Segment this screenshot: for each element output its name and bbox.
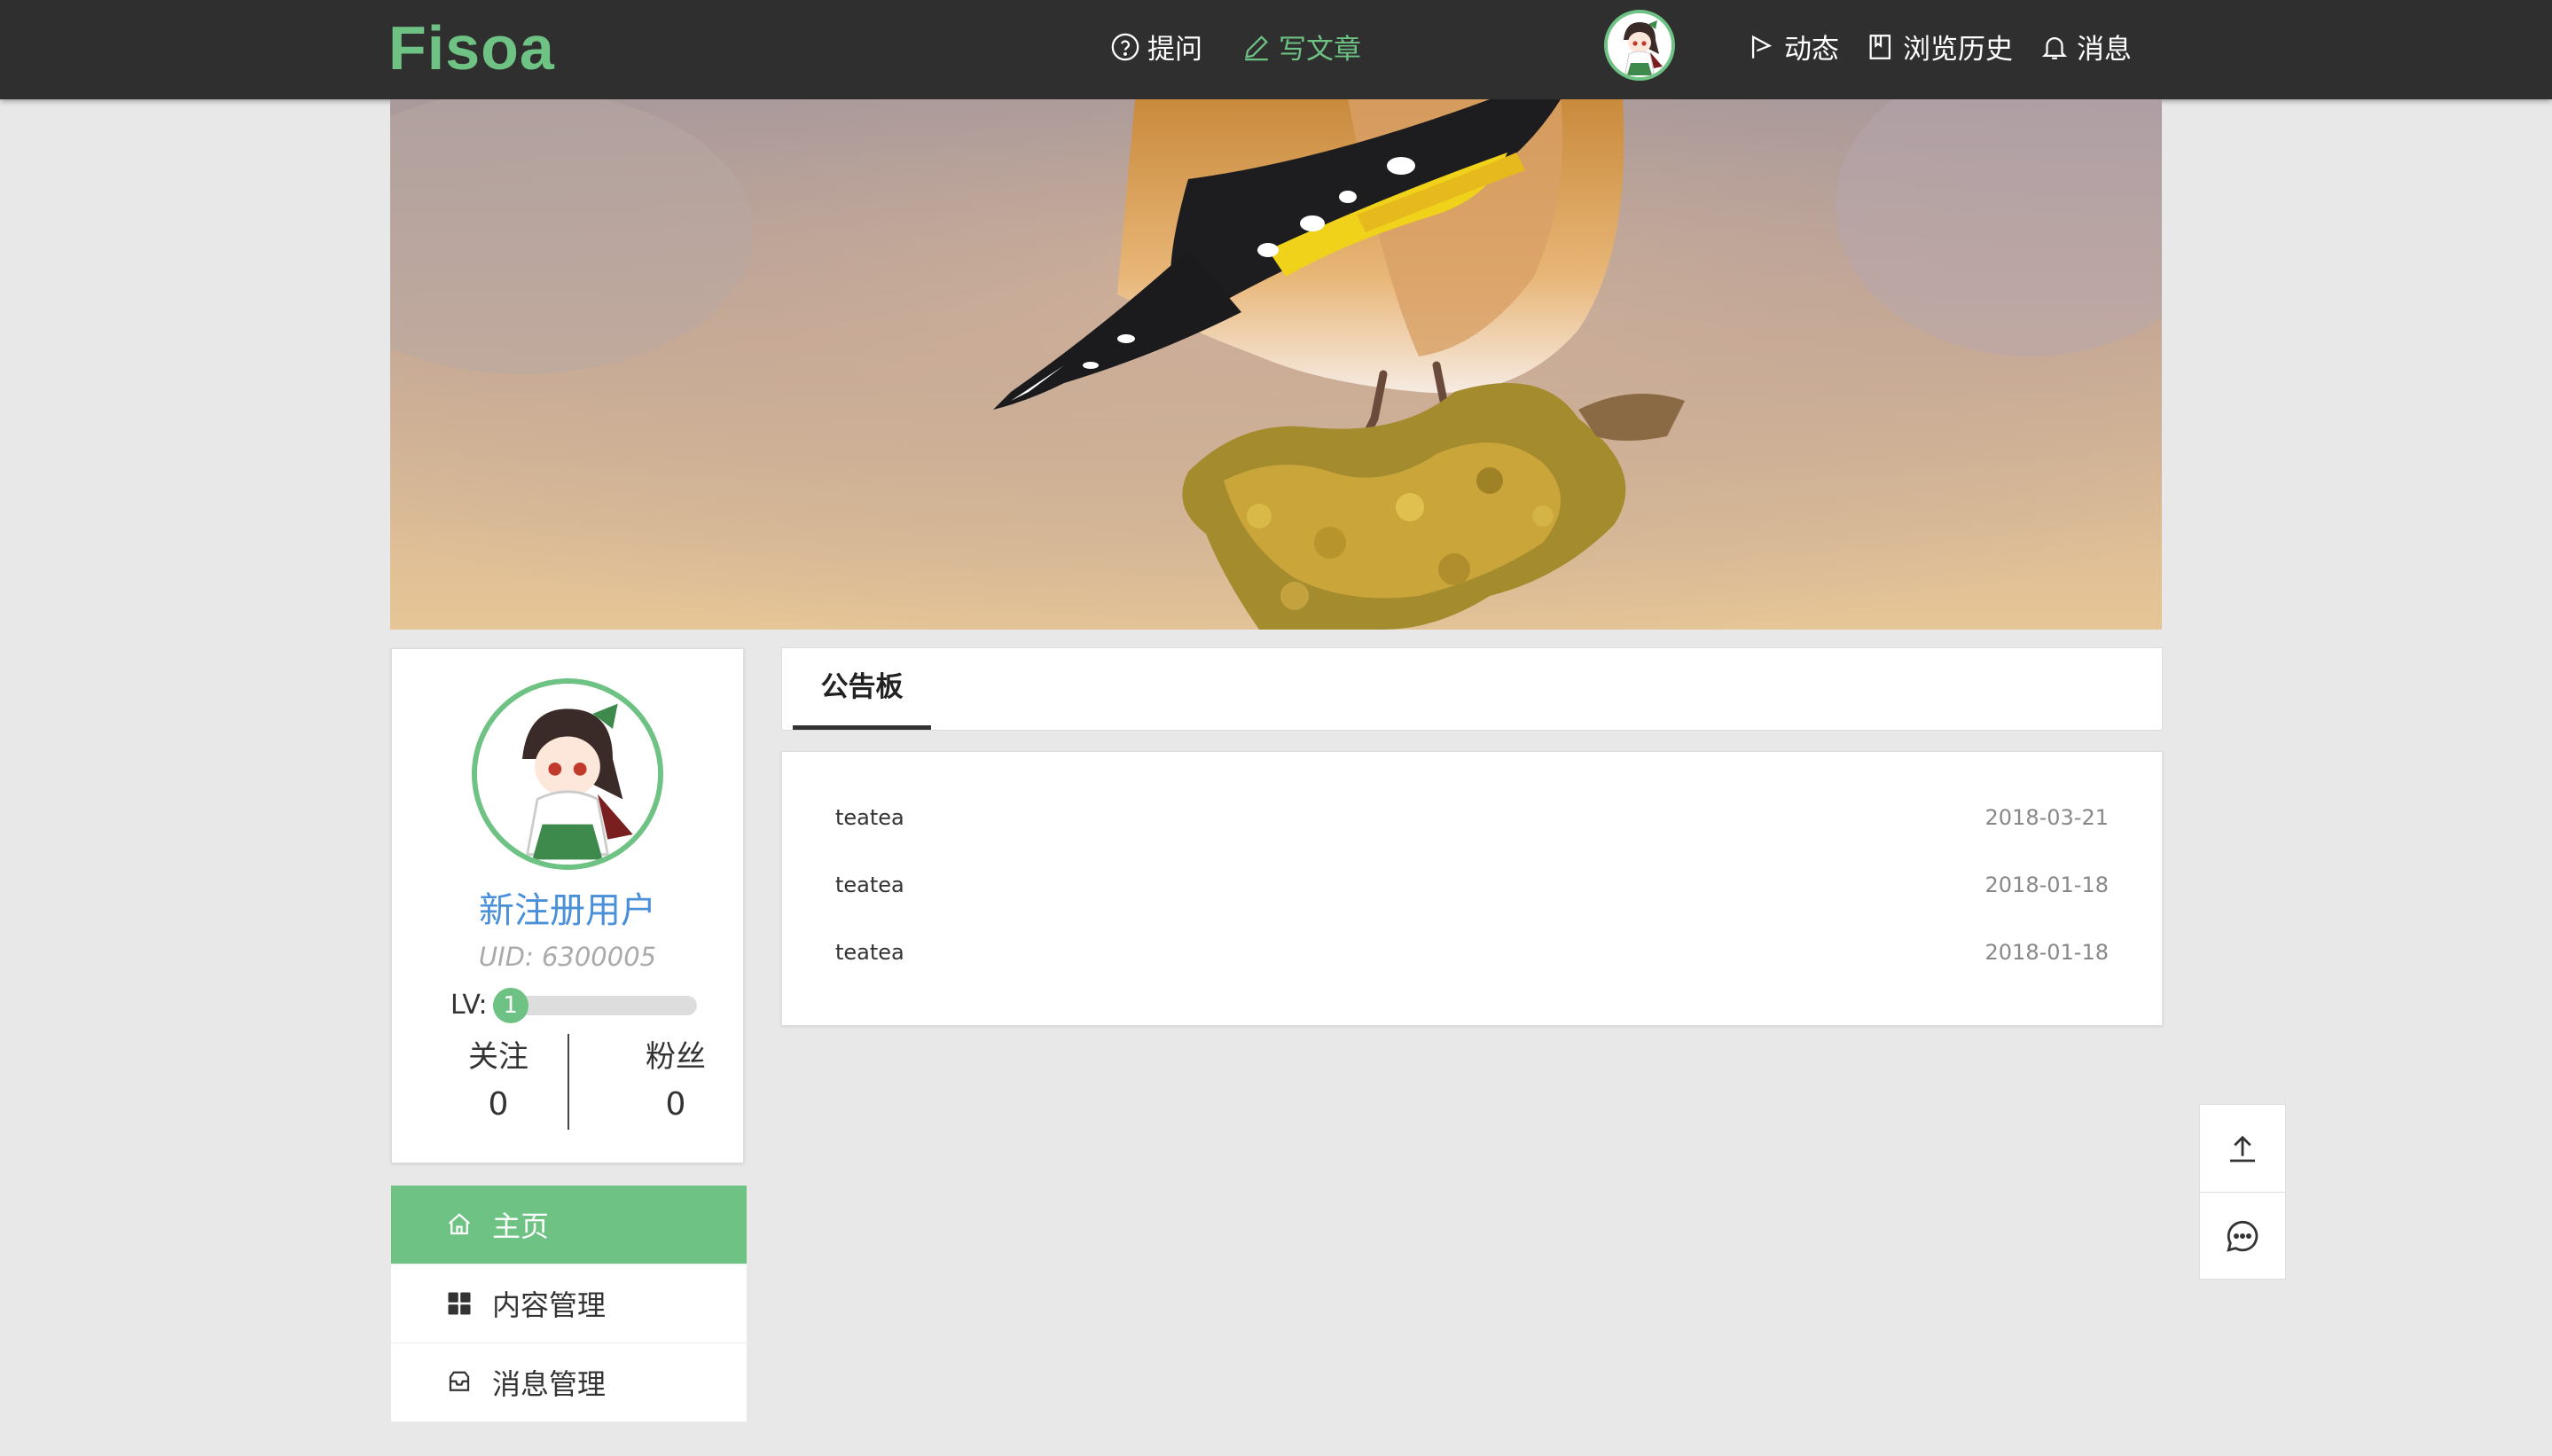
list-item[interactable]: teatea 2018-01-18: [835, 940, 2109, 975]
menu-item-home[interactable]: 主页: [391, 1186, 747, 1264]
menu-item-messages-label: 消息管理: [492, 1367, 607, 1401]
announcement-date: 2018-03-21: [1984, 805, 2109, 830]
followers-label: 粉丝: [646, 1039, 706, 1075]
ask-question-label: 提问: [1147, 34, 1202, 66]
stats-divider: [568, 1034, 569, 1130]
bell-icon: [2041, 36, 2068, 59]
pencil-icon: [1245, 35, 1268, 60]
question-circle-icon: [1111, 33, 1139, 60]
level-progress-bar: 1: [492, 987, 697, 1023]
write-article-label: 写文章: [1279, 34, 1361, 66]
user-avatar[interactable]: [1604, 10, 1675, 81]
primary-nav: 提问 写文章: [1110, 27, 1361, 67]
home-icon: [449, 1213, 470, 1235]
menu-item-messages[interactable]: 消息管理: [391, 1343, 747, 1422]
history-label: 浏览历史: [1903, 34, 2013, 66]
messages-label: 消息: [2077, 34, 2132, 66]
list-item[interactable]: teatea 2018-03-21: [835, 805, 2109, 841]
profile-avatar[interactable]: [472, 678, 663, 870]
grid-icon: [448, 1292, 471, 1315]
following-count: 0: [488, 1086, 509, 1123]
menu-item-content-label: 内容管理: [492, 1288, 607, 1322]
following-stat[interactable]: 关注 0: [436, 1032, 560, 1123]
side-menu: 主页 内容管理 消息管理: [391, 1186, 747, 1422]
site-logo[interactable]: Fisoa: [388, 12, 555, 83]
profile-banner-image: [390, 99, 2162, 630]
avatar-image: [1608, 13, 1671, 77]
menu-item-content[interactable]: 内容管理: [391, 1264, 747, 1343]
board-tabs: 公告板: [781, 647, 2163, 731]
avatar-image: [477, 684, 658, 865]
menu-item-home-label: 主页: [492, 1209, 550, 1243]
tab-bulletin-board[interactable]: 公告板: [793, 648, 931, 730]
history-link[interactable]: 浏览历史: [1866, 27, 2013, 67]
announcement-title[interactable]: teatea: [835, 805, 904, 830]
announcement-title[interactable]: teatea: [835, 873, 904, 897]
activity-link[interactable]: 动态: [1747, 27, 1839, 67]
announcement-title[interactable]: teatea: [835, 940, 904, 965]
list-item[interactable]: teatea 2018-01-18: [835, 873, 2109, 908]
write-article-link[interactable]: 写文章: [1241, 27, 1361, 67]
level-label: LV:: [450, 990, 488, 1021]
announcement-date: 2018-01-18: [1984, 940, 2109, 965]
profile-uid: UID: 6300005: [478, 942, 657, 972]
top-navbar: Fisoa 提问 写文章 动态 浏览历史 消息: [0, 0, 2552, 99]
profile-card: 新注册用户 UID: 6300005 LV: 1 关注 0 粉丝 0: [391, 648, 744, 1163]
floating-actions: [2199, 1104, 2286, 1280]
messages-link[interactable]: 消息: [2039, 27, 2132, 67]
profile-username[interactable]: 新注册用户: [392, 881, 743, 933]
bookmark-book-icon: [1869, 34, 1891, 59]
follow-stats: 关注 0 粉丝 0: [392, 1032, 743, 1139]
back-to-top-button[interactable]: [2200, 1105, 2285, 1192]
announcement-list: teatea 2018-03-21 teatea 2018-01-18 teat…: [781, 751, 2163, 1026]
chat-bubble-icon: [2227, 1220, 2258, 1252]
feedback-chat-button[interactable]: [2200, 1192, 2285, 1280]
secondary-nav: 动态 浏览历史 消息: [1747, 27, 2132, 67]
followers-stat[interactable]: 粉丝 0: [614, 1032, 738, 1123]
level-indicator: LV: 1: [450, 987, 697, 1023]
following-label: 关注: [468, 1039, 528, 1075]
activity-label: 动态: [1784, 34, 1839, 66]
flag-icon: [1751, 35, 1773, 59]
followers-count: 0: [665, 1086, 686, 1123]
upload-arrow-icon: [2230, 1135, 2255, 1162]
announcement-date: 2018-01-18: [1984, 873, 2109, 897]
inbox-icon: [449, 1371, 470, 1391]
ask-question-link[interactable]: 提问: [1110, 27, 1202, 67]
level-badge: 1: [492, 987, 528, 1023]
